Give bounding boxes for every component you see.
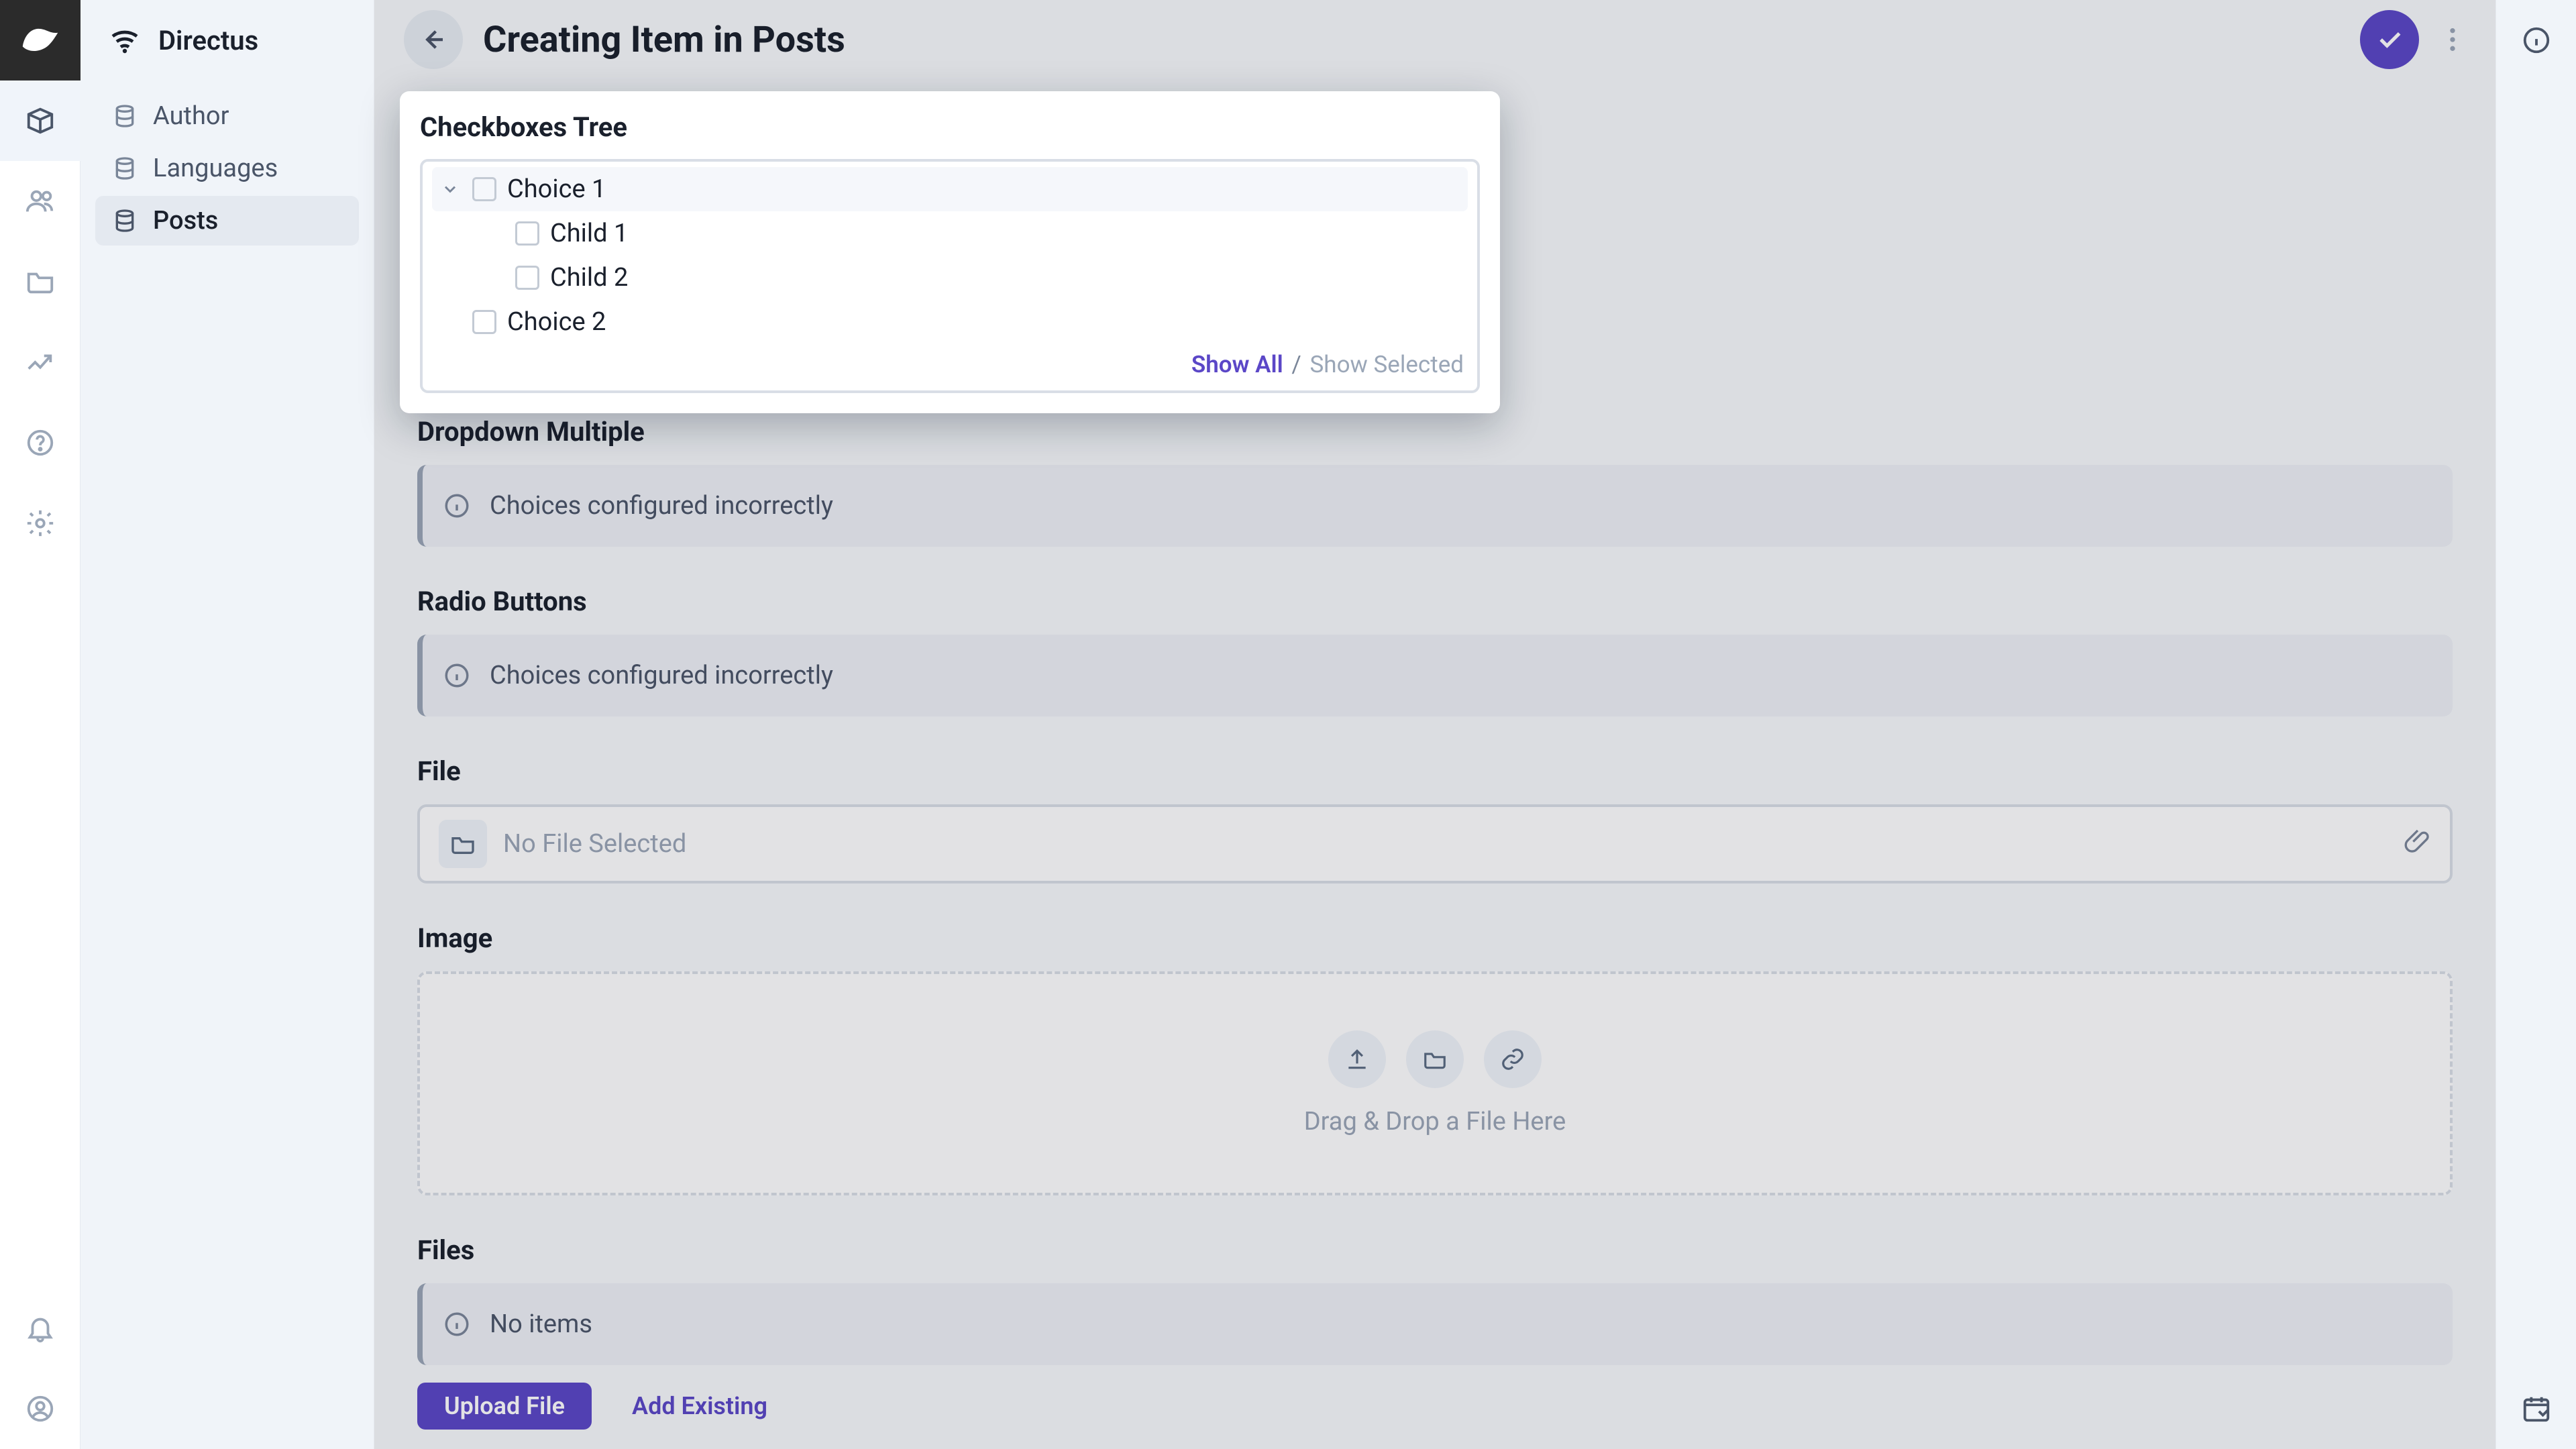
info-icon	[2521, 25, 2552, 56]
collection-sidebar: Directus Author Languages Posts	[80, 0, 374, 1449]
tree-checkbox[interactable]	[472, 310, 496, 334]
sidebar-item-label: Posts	[153, 206, 218, 235]
show-selected-link[interactable]: Show Selected	[1310, 351, 1464, 378]
sidebar-list: Author Languages Posts	[80, 80, 374, 246]
sidebar-header: Directus	[80, 0, 374, 80]
tree-label: Child 2	[550, 263, 628, 292]
help-icon	[25, 427, 56, 458]
database-icon	[111, 103, 138, 129]
users-icon	[25, 186, 56, 217]
rail-files[interactable]	[0, 241, 80, 322]
module-rail	[0, 0, 80, 1449]
tree-checkbox[interactable]	[472, 177, 496, 201]
tree-expand-toggle[interactable]	[439, 180, 462, 199]
sidebar-item-author[interactable]: Author	[95, 91, 359, 141]
tree-row-choice-2[interactable]: Choice 2	[432, 300, 1468, 344]
rail-insights[interactable]	[0, 322, 80, 402]
brand-logo[interactable]	[0, 0, 80, 80]
database-icon	[111, 155, 138, 182]
info-panel-toggle[interactable]	[2496, 0, 2576, 80]
folder-icon	[25, 266, 56, 297]
tree-row-child-2[interactable]: Child 2	[432, 256, 1468, 300]
rail-content[interactable]	[0, 80, 80, 161]
tree-row-choice-1[interactable]: Choice 1	[432, 167, 1468, 211]
chevron-down-icon	[441, 180, 460, 199]
revisions-toggle[interactable]	[2496, 1368, 2576, 1449]
sidebar-item-label: Languages	[153, 154, 278, 183]
sidebar-title: Directus	[158, 25, 258, 56]
rail-settings[interactable]	[0, 483, 80, 564]
rail-account[interactable]	[0, 1368, 80, 1449]
account-icon	[25, 1393, 56, 1424]
calendar-edit-icon	[2521, 1393, 2552, 1424]
sidebar-item-posts[interactable]: Posts	[95, 196, 359, 246]
database-icon	[111, 207, 138, 234]
right-rail	[2496, 0, 2576, 1449]
tree-checkbox[interactable]	[515, 266, 539, 290]
gear-icon	[25, 508, 56, 539]
separator: /	[1291, 351, 1301, 378]
tree-row-child-1[interactable]: Child 1	[432, 211, 1468, 256]
directus-icon	[20, 25, 60, 56]
tree-label: Choice 2	[507, 307, 606, 337]
checkboxes-tree-popover: Checkboxes Tree Choice 1 Child 1 Child 2…	[400, 91, 1500, 413]
tree-checkbox[interactable]	[515, 221, 539, 246]
insights-icon	[25, 347, 56, 378]
box-icon	[25, 105, 56, 136]
show-all-link[interactable]: Show All	[1191, 351, 1283, 378]
tree-label: Choice 1	[507, 174, 606, 204]
app-root: Directus Author Languages Posts Creating…	[0, 0, 2576, 1449]
tree-container: Choice 1 Child 1 Child 2 Choice 2 Show A…	[420, 159, 1480, 393]
tree-footer: Show All / Show Selected	[432, 344, 1468, 378]
wifi-icon	[109, 24, 141, 56]
bell-icon	[25, 1313, 56, 1344]
tree-label: Child 1	[550, 219, 628, 248]
rail-users[interactable]	[0, 161, 80, 241]
popover-title: Checkboxes Tree	[420, 111, 1480, 143]
rail-notifications[interactable]	[0, 1288, 80, 1368]
sidebar-item-languages[interactable]: Languages	[95, 144, 359, 193]
rail-help[interactable]	[0, 402, 80, 483]
sidebar-item-label: Author	[153, 101, 229, 131]
